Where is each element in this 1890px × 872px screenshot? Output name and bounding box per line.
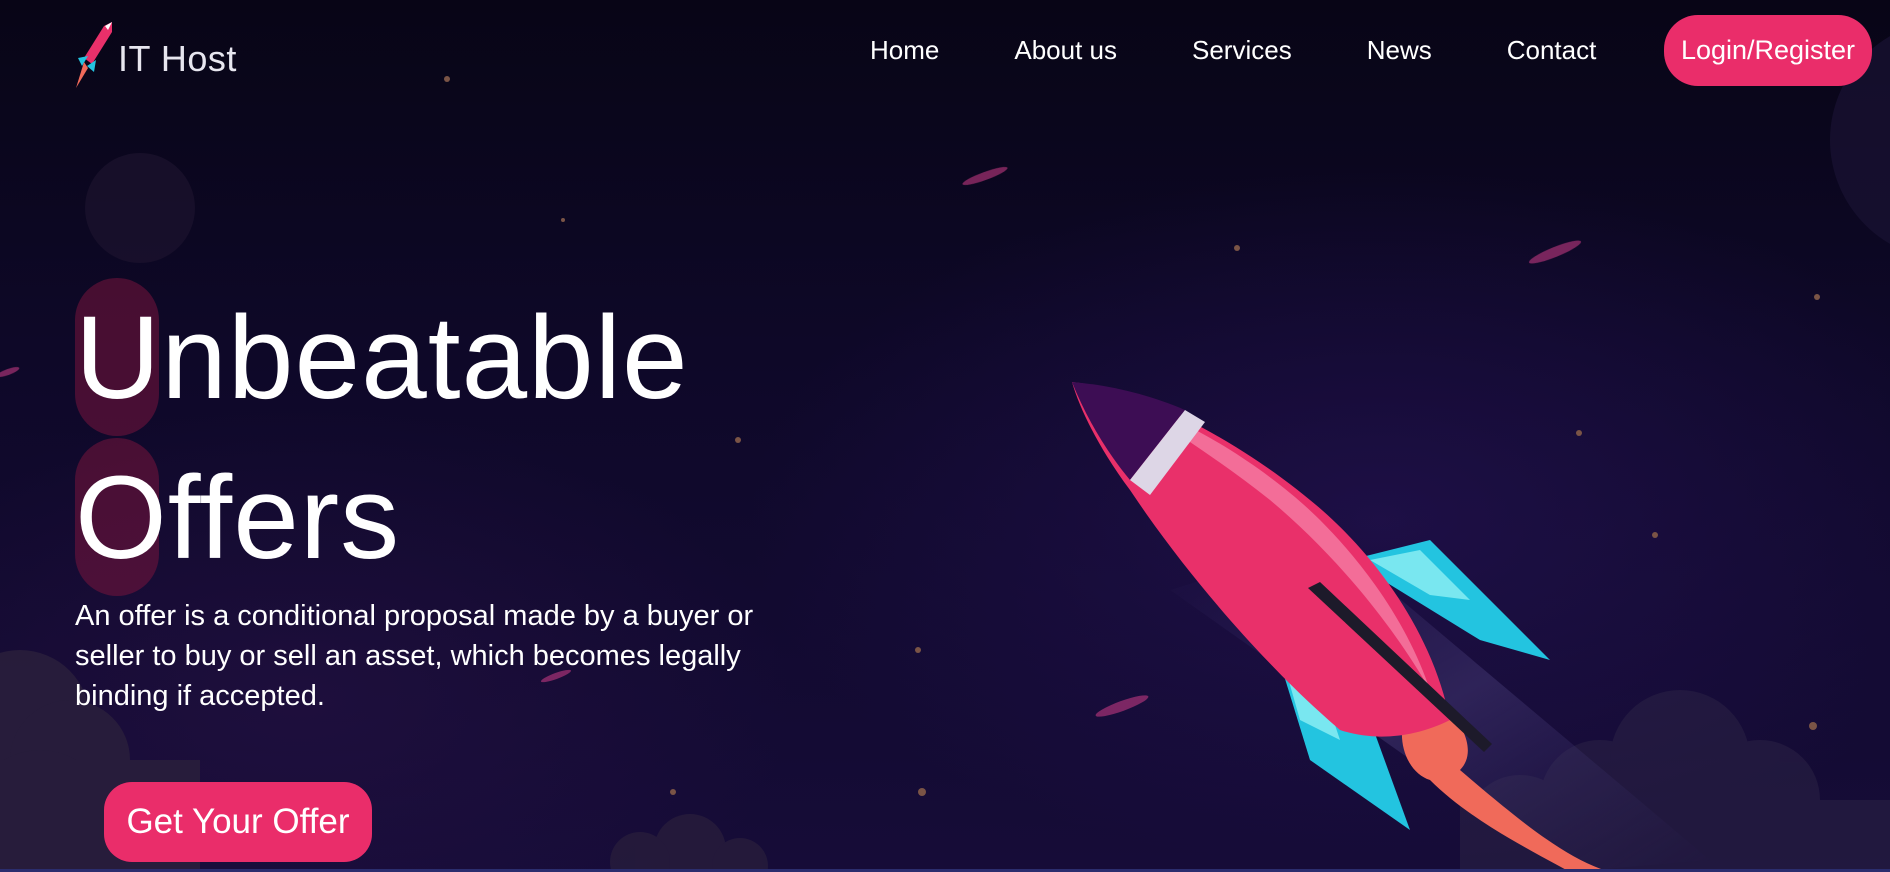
nav-link-services[interactable]: Services xyxy=(1192,35,1292,66)
get-your-offer-button[interactable]: Get Your Offer xyxy=(104,782,372,862)
nav-link-home[interactable]: Home xyxy=(870,35,939,66)
hero-description: An offer is a conditional proposal made … xyxy=(75,600,754,712)
headline-line-1: Unbeatable xyxy=(75,278,795,438)
logo-text: IT Host xyxy=(118,38,237,79)
nav-link-about-us[interactable]: About us xyxy=(1014,35,1117,66)
headline-text-1: Unbeatable xyxy=(75,292,689,424)
main-navigation: Home About us Services News Contact xyxy=(830,28,1671,72)
login-register-button[interactable]: Login/Register xyxy=(1664,15,1872,86)
hero-section: IT Host Home About us Services News Cont… xyxy=(0,0,1890,872)
headline-line-2: Offers xyxy=(75,438,795,598)
nav-link-contact[interactable]: Contact xyxy=(1507,35,1597,66)
logo[interactable]: IT Host xyxy=(74,18,254,92)
hero-headline: Unbeatable Offers xyxy=(75,278,795,598)
headline-text-2: Offers xyxy=(75,452,401,584)
nav-link-news[interactable]: News xyxy=(1367,35,1432,66)
rocket-illustration xyxy=(1072,382,1710,872)
rocket-logo-icon xyxy=(76,22,112,88)
